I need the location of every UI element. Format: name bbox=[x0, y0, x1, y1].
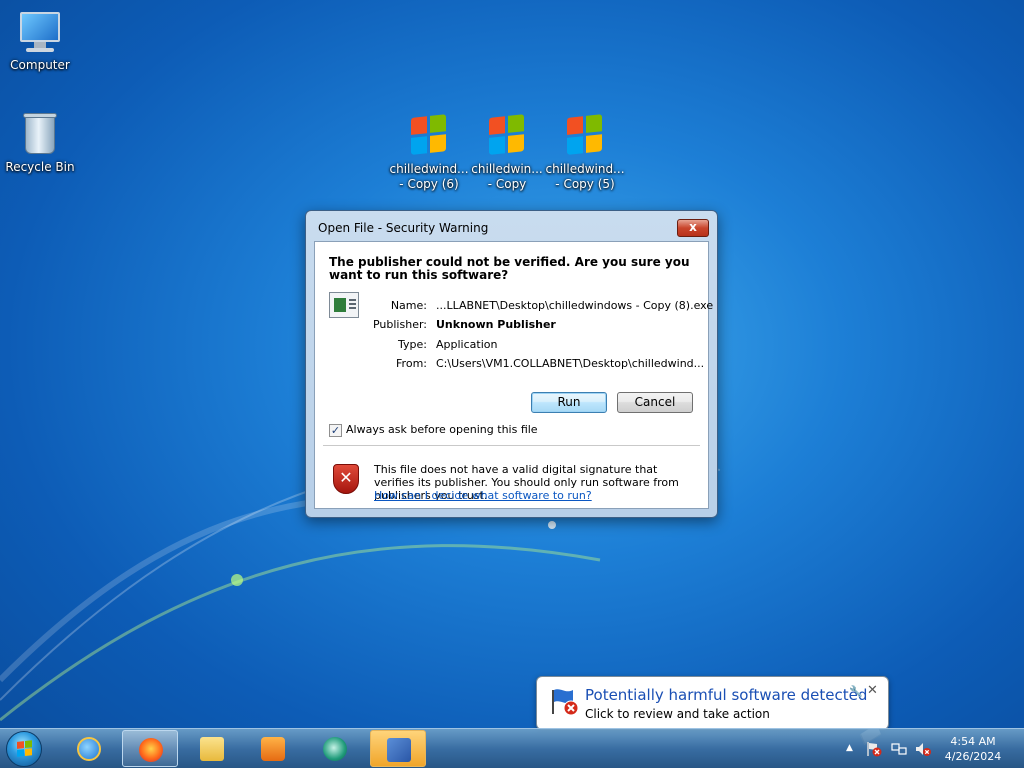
info-row-from: From: C:\Users\VM1.COLLABNET\Desktop\chi… bbox=[329, 357, 704, 373]
name-key: Name: bbox=[390, 299, 427, 312]
internet-explorer-icon bbox=[77, 737, 101, 761]
clock-date: 4/26/2024 bbox=[944, 750, 1002, 763]
balloon-close-button[interactable]: ✕ bbox=[867, 683, 878, 698]
desktop-icon-label: Computer bbox=[10, 58, 70, 72]
windows-flag-icon bbox=[405, 112, 453, 160]
action-center-alert-icon[interactable] bbox=[866, 741, 882, 757]
dialog-client-area: The publisher could not be verified. Are… bbox=[314, 241, 713, 509]
desktop-icon-label-line2: - Copy (5) bbox=[555, 177, 615, 191]
dialog-separator bbox=[323, 445, 700, 446]
windows-flag-icon bbox=[483, 112, 531, 160]
type-value: Application bbox=[436, 338, 498, 351]
taskbar-chilledwindows[interactable] bbox=[370, 730, 426, 767]
taskbar: ▲ 4:54 AM 4/26/2024 bbox=[0, 728, 1024, 768]
windows-flag-icon bbox=[561, 112, 609, 160]
taskbar-media-player[interactable] bbox=[245, 730, 301, 767]
network-icon bbox=[323, 737, 347, 761]
taskbar-network-app[interactable] bbox=[307, 730, 363, 767]
harmful-software-balloon[interactable]: Potentially harmful software detected Cl… bbox=[536, 676, 889, 746]
show-hidden-icons-button[interactable]: ▲ bbox=[846, 743, 853, 753]
folder-icon bbox=[200, 737, 224, 761]
taskbar-windows-explorer[interactable] bbox=[184, 730, 240, 767]
windows-logo-icon bbox=[17, 740, 33, 758]
media-player-icon bbox=[261, 737, 285, 761]
info-row-name: Name: ...LLABNET\Desktop\chilledwindows … bbox=[329, 299, 713, 315]
desktop-icon-label: Recycle Bin bbox=[5, 160, 75, 174]
balloon-title[interactable]: Potentially harmful software detected bbox=[585, 686, 867, 704]
start-button[interactable] bbox=[6, 731, 42, 767]
desktop: Computer Recycle Bin chilledwind... - Co… bbox=[0, 0, 1024, 768]
system-clock[interactable]: 4:54 AM 4/26/2024 bbox=[938, 734, 1008, 764]
from-key: From: bbox=[396, 357, 427, 370]
help-link[interactable]: How can I decide what software to run? bbox=[374, 489, 592, 502]
taskbar-firefox[interactable] bbox=[122, 730, 178, 767]
info-row-type: Type: Application bbox=[329, 338, 699, 354]
info-row-publisher: Publisher: Unknown Publisher bbox=[329, 318, 699, 334]
security-warning-dialog: Open File - Security Warning x The publi… bbox=[305, 210, 718, 518]
publisher-key: Publisher: bbox=[372, 318, 427, 331]
desktop-icon-label-line1: chilledwind... bbox=[389, 162, 469, 176]
desktop-icon-computer[interactable]: Computer bbox=[0, 8, 80, 73]
desktop-icon-label-line2: - Copy bbox=[487, 177, 527, 191]
action-center-flag-icon bbox=[552, 689, 579, 716]
dialog-close-button[interactable]: x bbox=[677, 219, 709, 237]
chilledwindows-icon bbox=[387, 738, 411, 762]
always-ask-label[interactable]: Always ask before opening this file bbox=[346, 423, 538, 436]
always-ask-checkbox[interactable]: ✓ bbox=[329, 424, 342, 437]
wrench-icon[interactable]: 🔧 bbox=[849, 685, 863, 698]
network-status-icon[interactable] bbox=[891, 741, 907, 757]
type-key: Type: bbox=[398, 338, 427, 351]
cancel-button[interactable]: Cancel bbox=[617, 392, 693, 413]
from-value: C:\Users\VM1.COLLABNET\Desktop\chilledwi… bbox=[436, 357, 705, 370]
balloon-subtitle[interactable]: Click to review and take action bbox=[585, 707, 770, 721]
dialog-title: Open File - Security Warning bbox=[318, 221, 489, 235]
desktop-icon-label-line1: chilledwind... bbox=[545, 162, 625, 176]
name-value: ...LLABNET\Desktop\chilledwindows - Copy… bbox=[436, 299, 714, 312]
desktop-icon-label-line1: chilledwin... bbox=[471, 162, 543, 176]
publisher-value: Unknown Publisher bbox=[436, 318, 556, 331]
desktop-icon-chilledwindows-copy[interactable]: chilledwin... - Copy bbox=[467, 112, 547, 192]
desktop-icon-recycle-bin[interactable]: Recycle Bin bbox=[0, 110, 80, 175]
run-button[interactable]: Run bbox=[531, 392, 607, 413]
recycle-bin-icon bbox=[16, 110, 64, 158]
computer-icon bbox=[16, 8, 64, 56]
desktop-icon-chilledwindows-copy-5[interactable]: chilledwind... - Copy (5) bbox=[545, 112, 625, 192]
security-shield-icon: ✕ bbox=[333, 464, 359, 494]
taskbar-internet-explorer[interactable] bbox=[61, 730, 117, 767]
desktop-icon-label-line2: - Copy (6) bbox=[399, 177, 459, 191]
clock-time: 4:54 AM bbox=[950, 735, 996, 748]
firefox-icon bbox=[139, 738, 163, 762]
volume-muted-icon[interactable] bbox=[915, 741, 931, 757]
desktop-icon-chilledwindows-copy-6[interactable]: chilledwind... - Copy (6) bbox=[389, 112, 469, 192]
dialog-question: The publisher could not be verified. Are… bbox=[329, 255, 690, 282]
